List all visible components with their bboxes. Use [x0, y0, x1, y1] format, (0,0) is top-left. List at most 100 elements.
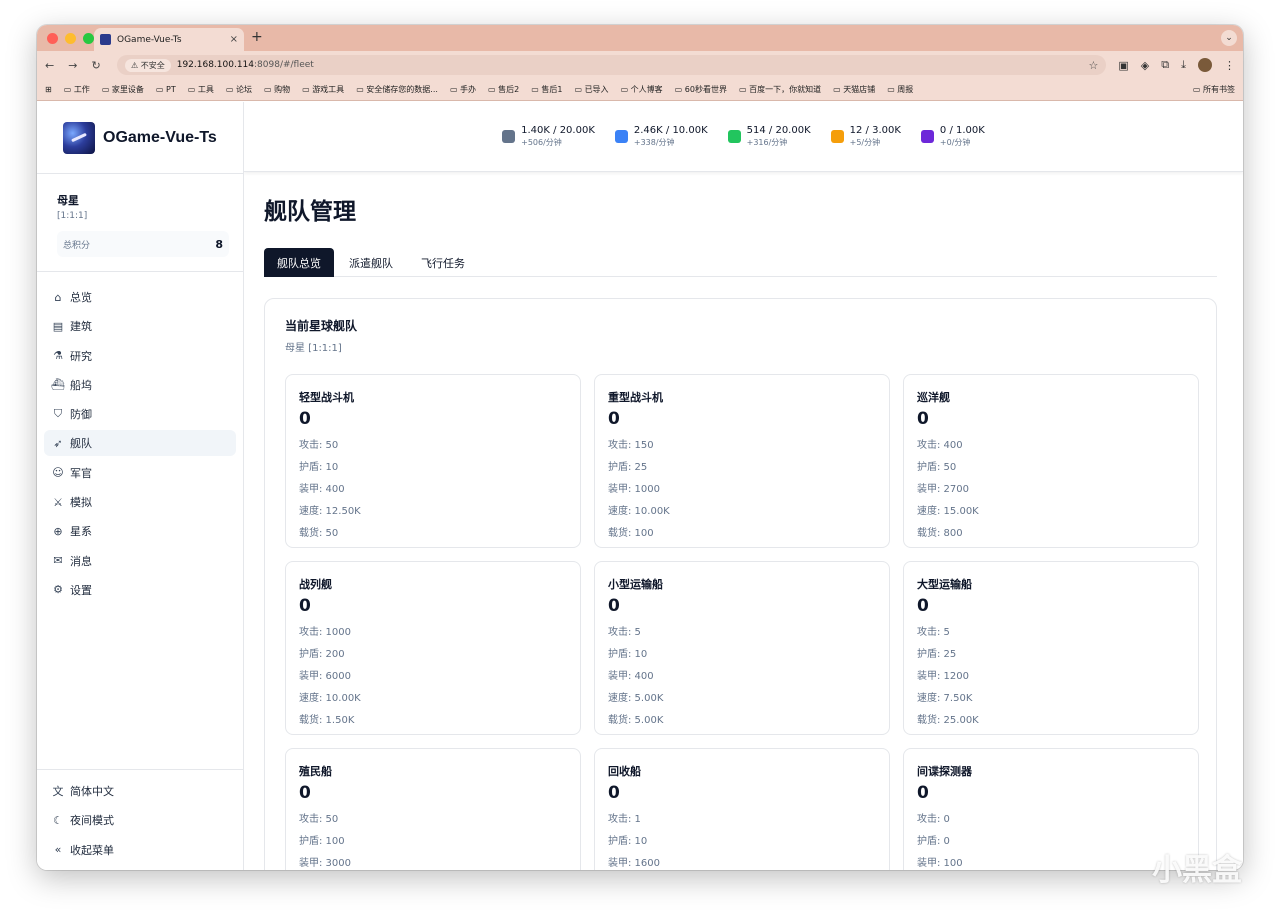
bookmark-item[interactable]: ▭ 已导入 [574, 84, 608, 95]
insecure-badge[interactable]: ⚠ 不安全 [125, 58, 171, 72]
maximize-window-button[interactable] [83, 32, 94, 44]
bookmark-item[interactable]: ▭ 60秒看世界 [675, 84, 727, 95]
folder-icon: ▭ [488, 85, 499, 94]
ship-stat-shield: 护盾: 50 [917, 462, 957, 473]
back-icon[interactable]: ← [45, 59, 54, 72]
resource-icon [830, 130, 844, 143]
bookmark-item[interactable]: ▭ 工作 [64, 84, 90, 95]
sidebar-item-label: 总览 [70, 291, 92, 304]
extension-icon[interactable]: ◈ [1141, 59, 1149, 72]
tab-search-icon[interactable]: ⌄ [1221, 30, 1237, 46]
resource-text: 2.46K / 10.00K +338/分钟 [634, 125, 708, 148]
folder-icon: ▭ [155, 85, 167, 94]
bookmark-item[interactable]: ▭ 售后2 [488, 84, 519, 95]
url-field[interactable]: ⚠ 不安全 192.168.100.114:8098/#/fleet ☆ [117, 55, 1107, 75]
reload-icon[interactable]: ↻ [91, 59, 100, 72]
sidebar-item[interactable]: ☺ 军官 [44, 460, 236, 486]
resource-item: 12 / 3.00K +5/分钟 [830, 125, 901, 148]
sidebar-item-label: 设置 [70, 583, 92, 597]
resource-icon [920, 130, 934, 143]
bookmark-label: 已导入 [584, 85, 609, 94]
url-host: 192.168.100.114 [176, 60, 255, 70]
logo-row[interactable]: OGame-Vue-Ts [37, 102, 243, 174]
ship-name: 殖民船 [299, 765, 332, 778]
sidebar-item[interactable]: ⌂ 总览 [44, 284, 236, 310]
bookmark-item[interactable]: ▭ 手办 [450, 84, 476, 95]
sidebar-item[interactable]: ⛉ 防御 [44, 401, 236, 427]
ship-stat-shield: 护盾: 200 [299, 649, 345, 660]
bookmark-label: 工具 [197, 85, 214, 94]
all-bookmarks[interactable]: ▭ 所有书签 [1193, 84, 1235, 95]
forward-icon[interactable]: → [68, 59, 77, 72]
sidebar-item[interactable]: ▤ 建筑 [44, 313, 236, 339]
bookmark-star-icon[interactable]: ☆ [1089, 59, 1099, 72]
resource-rate: +506/分钟 [521, 138, 562, 147]
resource-rate: +316/分钟 [746, 138, 788, 147]
score-label: 总积分 [63, 240, 91, 251]
bookmark-label: 工作 [73, 85, 90, 94]
bookmark-item[interactable]: ▭ 周报 [887, 84, 913, 95]
ship-stat-armor: 装甲: 100 [917, 858, 963, 869]
puzzle-icon[interactable]: ⧉ [1161, 58, 1169, 72]
tab-close-icon[interactable]: × [230, 34, 238, 45]
download-icon[interactable]: ⤓ [1181, 58, 1186, 72]
mail-icon: ✉ [53, 554, 63, 568]
new-tab-button[interactable]: + [251, 29, 263, 45]
bookmark-item[interactable]: ▭ 个人博客 [621, 84, 663, 95]
panel-title: 当前星球舰队 [285, 319, 358, 333]
tab-flight-missions[interactable]: 飞行任务 [408, 248, 478, 277]
sidebar-item[interactable]: ⚗ 研究 [44, 343, 236, 369]
bookmark-label: 购物 [274, 85, 291, 94]
apps-icon[interactable]: ⊞ [45, 85, 52, 94]
close-window-button[interactable] [47, 32, 58, 44]
resource-amount: 1.40K / 20.00K [521, 125, 595, 136]
ship-stat-shield: 护盾: 25 [917, 649, 957, 660]
extension-icon[interactable]: ▣ [1118, 59, 1128, 72]
ship-stat-shield: 护盾: 10 [608, 836, 648, 847]
minimize-window-button[interactable] [65, 32, 76, 44]
sidebar-item[interactable]: ☾ 夜间模式 [44, 807, 236, 833]
sidebar-item[interactable]: ⊕ 星系 [44, 518, 236, 544]
folder-icon: ▭ [887, 85, 898, 94]
resource-rate: +5/分钟 [849, 138, 881, 147]
sidebar-item[interactable]: ⚔ 模拟 [44, 489, 236, 515]
bookmark-item[interactable]: ▭ 购物 [264, 84, 290, 95]
bookmark-item[interactable]: ▭ 天猫店铺 [833, 84, 875, 95]
ship-stat-attack: 攻击: 1000 [299, 627, 351, 638]
sidebar-item[interactable]: ⛴ 船坞 [44, 372, 236, 398]
resource-icon [727, 130, 741, 143]
score-row: 总积分 8 [57, 231, 229, 257]
bookmark-item[interactable]: ▭ 工具 [188, 84, 214, 95]
sidebar: OGame-Vue-Ts 母星 [1:1:1] 总积分 8 ⌂ 总览 ▤ 建筑 ⚗ 研究 ⛴… [37, 102, 244, 870]
sidebar-item[interactable]: ✉ 消息 [44, 548, 236, 574]
sidebar-item[interactable]: ⚙ 设置 [44, 577, 236, 603]
tab-dispatch-fleet[interactable]: 派遣舰队 [336, 248, 406, 277]
bookmark-item[interactable]: ▭ 安全储存您的数据... [356, 84, 438, 95]
bookmark-item[interactable]: ▭ 论坛 [226, 84, 252, 95]
bookmark-item[interactable]: ▭ 售后1 [531, 84, 562, 95]
bookmark-item[interactable]: ▭ 游戏工具 [302, 84, 344, 95]
bookmark-label: PT [166, 85, 176, 94]
ship-stat-shield: 护盾: 100 [299, 836, 345, 847]
menu-icon[interactable]: ⋮ [1224, 59, 1235, 72]
sidebar-item[interactable]: « 收起菜单 [44, 837, 236, 863]
ship-stat-armor: 装甲: 3000 [299, 858, 351, 869]
bookmark-item[interactable]: ▭ 百度一下，你就知道 [739, 84, 821, 95]
folder-icon: ▭ [620, 85, 631, 94]
ship-stat-speed: 速度: 10.00K [299, 693, 361, 704]
sidebar-item[interactable]: ➶ 舰队 [44, 430, 236, 457]
bookmark-label: 售后1 [541, 85, 563, 94]
bookmark-item[interactable]: ▭ PT [156, 85, 176, 94]
swords-icon: ⚔ [53, 495, 63, 509]
ship-grid: 轻型战斗机 0 攻击: 50 护盾: 10 装甲: 400 速度: 12.50K 载货: 5… [285, 374, 1199, 870]
bookmark-item[interactable]: ▭ 家里设备 [102, 84, 144, 95]
browser-tab[interactable]: OGame-Vue-Ts × [94, 28, 244, 51]
collapse-icon: « [54, 843, 62, 857]
sidebar-item[interactable]: 文简体中文 [44, 778, 236, 804]
ship-stat-cargo: 载货: 25.00K [917, 715, 979, 726]
ship-stat-armor: 装甲: 400 [608, 671, 654, 682]
resource-icon [614, 130, 628, 143]
profile-avatar[interactable] [1198, 58, 1212, 72]
ship-stat-shield: 护盾: 0 [917, 836, 950, 847]
tab-fleet-overview[interactable]: 舰队总览 [264, 248, 334, 277]
